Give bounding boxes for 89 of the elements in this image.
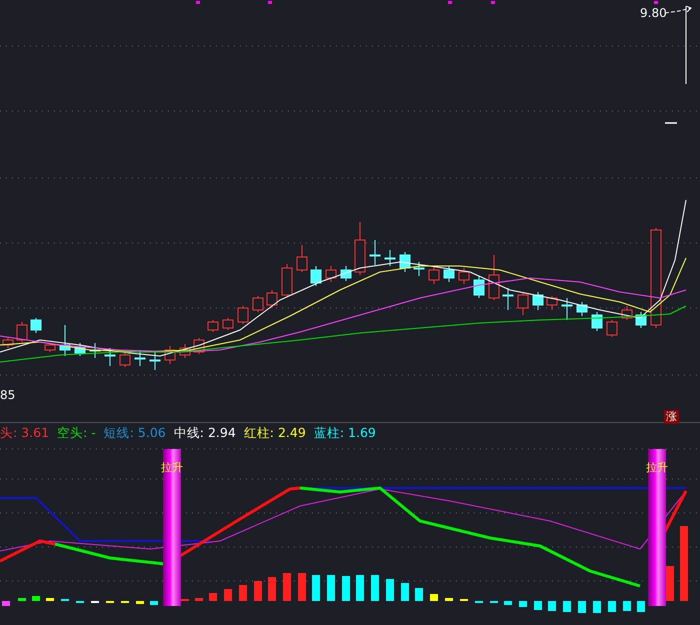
candlestick — [30, 318, 42, 334]
histogram-bar — [150, 601, 158, 605]
candlestick — [2, 338, 14, 348]
candlestick — [238, 306, 248, 324]
indicator-legend-value: 空头: - — [57, 424, 96, 442]
histogram-bar — [401, 583, 409, 601]
indicator-legend-value: 短线: 5.06 — [104, 424, 166, 442]
histogram-bar — [312, 575, 320, 601]
candlestick — [282, 264, 292, 298]
candlestick — [518, 292, 528, 316]
histogram-bar — [445, 598, 453, 601]
candlestick — [636, 312, 646, 328]
candlestick — [208, 320, 218, 332]
histogram-bar — [504, 601, 512, 605]
histogram-bar — [136, 601, 144, 604]
histogram-bar — [46, 598, 54, 601]
candlestick — [74, 342, 86, 356]
candlestick — [354, 222, 366, 276]
histogram-bar — [430, 594, 438, 601]
histogram-bar — [254, 581, 262, 601]
indicator-legend-value: 蓝柱: 1.69 — [314, 424, 376, 442]
histogram-bar — [356, 575, 364, 601]
candlestick — [134, 350, 146, 366]
candlestick — [562, 298, 572, 320]
histogram-bar — [239, 585, 247, 601]
candlestick — [384, 250, 396, 266]
histogram-bar — [195, 598, 203, 601]
candlestick — [444, 266, 454, 282]
candlestick — [488, 254, 500, 300]
candlestick — [310, 266, 322, 286]
leader-line — [665, 6, 693, 16]
indicator-legend-value: 头: 3.61 — [0, 424, 50, 442]
candlestick — [60, 324, 70, 356]
high-price-label: 9.80 — [640, 7, 667, 20]
histogram-bar — [519, 601, 527, 607]
candlestick — [44, 342, 56, 352]
histogram-bar — [415, 588, 423, 601]
candlestick — [400, 252, 410, 272]
histogram-bar — [637, 601, 645, 612]
candlestick — [296, 244, 308, 272]
low-price-label: 85 — [0, 388, 16, 402]
candlestick — [326, 266, 336, 282]
histogram-bar — [563, 601, 571, 612]
candlestick — [576, 302, 588, 316]
histogram-bar — [386, 579, 394, 601]
candlestick — [90, 342, 100, 358]
candlestick — [546, 296, 558, 310]
candlestick — [428, 266, 440, 284]
histogram-bar — [2, 601, 10, 606]
histogram-bar — [268, 577, 276, 601]
candlestick — [592, 312, 602, 332]
candlestick — [180, 344, 190, 358]
candlestick — [532, 292, 544, 310]
histogram-bar — [578, 601, 586, 613]
histogram-bar — [283, 573, 291, 601]
candlestick — [252, 296, 264, 312]
histogram-bar — [18, 598, 26, 601]
histogram-bar — [209, 593, 217, 601]
candlestick — [458, 268, 470, 284]
histogram-bar — [298, 573, 306, 601]
histogram-bar — [327, 575, 335, 601]
price-tick — [665, 122, 677, 124]
histogram-bar — [32, 596, 40, 601]
candlestick — [370, 240, 380, 266]
histogram-bar — [623, 601, 631, 611]
candlestick — [104, 348, 116, 366]
candlestick — [120, 352, 130, 368]
indicator-legend-value: 红柱: 2.49 — [244, 424, 306, 442]
candlestick — [414, 262, 424, 276]
candlestick — [474, 276, 484, 298]
histogram-bar — [534, 601, 542, 610]
candlestick — [340, 266, 352, 282]
rise-badge: 涨 — [664, 410, 679, 424]
candlestick — [622, 306, 632, 320]
histogram-bar — [371, 575, 379, 601]
candlestick — [222, 318, 234, 330]
histogram-bar — [548, 601, 556, 611]
candlestick — [266, 290, 278, 308]
candlestick — [502, 288, 514, 310]
histogram-bar — [593, 601, 601, 613]
candlestick — [150, 352, 160, 370]
histogram-bar — [608, 601, 616, 612]
candlestick — [606, 320, 618, 338]
indicator-legend-value: 中线: 2.94 — [174, 424, 236, 442]
histogram-bar — [224, 589, 232, 601]
candlestick — [164, 346, 176, 364]
candlestick — [16, 322, 28, 342]
histogram-bar — [666, 566, 674, 601]
histogram-bar — [342, 576, 350, 601]
